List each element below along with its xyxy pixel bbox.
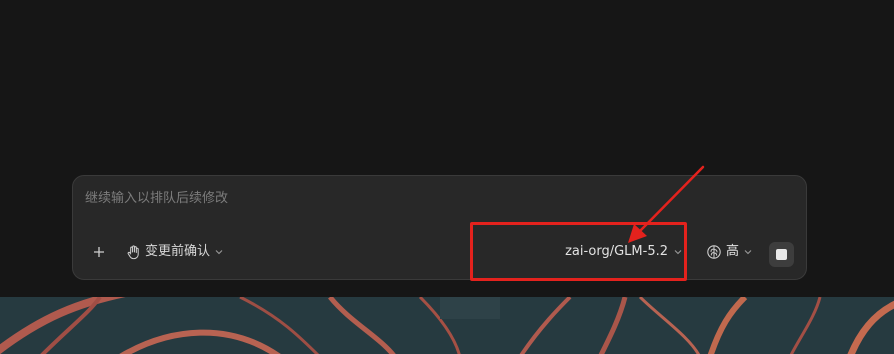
reasoning-effort-select[interactable]: 高 <box>706 243 753 261</box>
desktop-wallpaper <box>0 297 894 354</box>
composer: 变更前确认 zai-org/GLM-5.2 高 <box>72 175 807 280</box>
add-button[interactable] <box>91 244 107 260</box>
model-label: zai-org/GLM-5.2 <box>565 244 668 259</box>
chevron-down-icon <box>215 250 223 255</box>
plus-icon <box>94 247 104 257</box>
stop-button[interactable] <box>769 242 794 267</box>
chevron-down-icon <box>744 250 752 255</box>
brain-icon <box>707 245 721 259</box>
stop-icon <box>776 249 787 260</box>
approval-mode-label: 变更前确认 <box>145 244 211 259</box>
chevron-down-icon <box>674 250 682 255</box>
model-select[interactable]: zai-org/GLM-5.2 <box>565 243 683 261</box>
wallpaper-pattern <box>0 297 894 354</box>
reasoning-effort-label: 高 <box>726 244 740 259</box>
app-window: 变更前确认 zai-org/GLM-5.2 高 <box>0 0 894 354</box>
approval-mode-select[interactable]: 变更前确认 <box>126 243 224 261</box>
hand-icon <box>127 244 139 259</box>
message-input[interactable] <box>85 188 785 208</box>
